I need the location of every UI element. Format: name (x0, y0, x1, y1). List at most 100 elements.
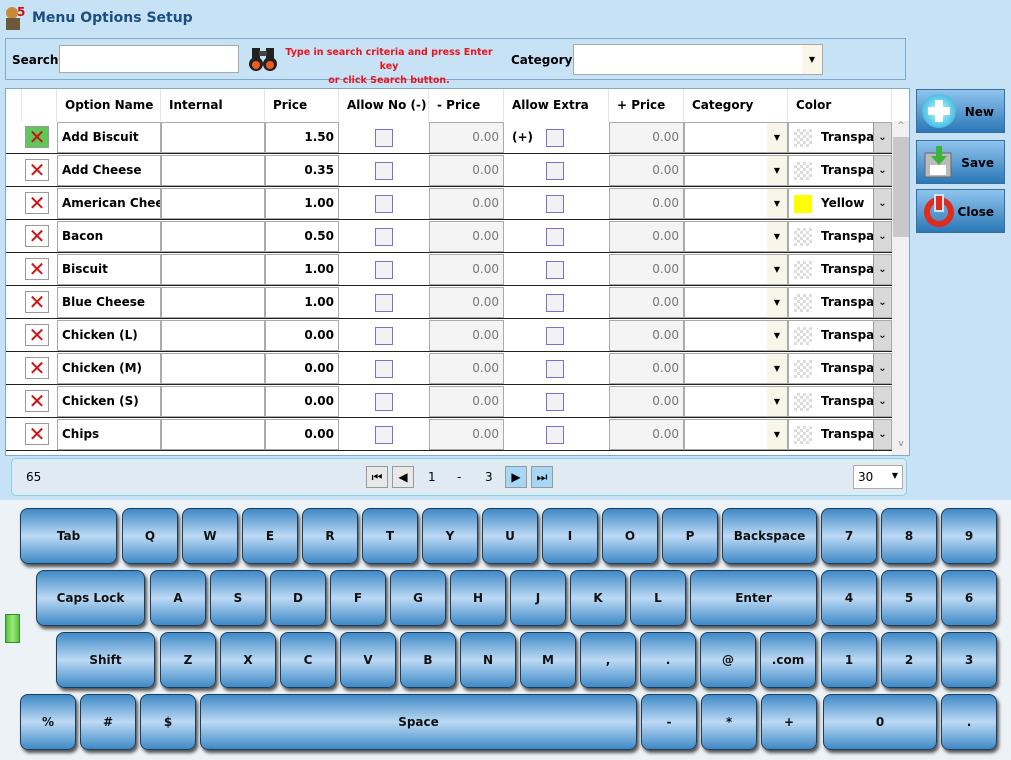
key-c[interactable]: C (280, 632, 336, 688)
last-page-button[interactable]: ⏭ (531, 466, 553, 488)
category-dropdown[interactable]: ▼ (684, 155, 788, 186)
allow-no-checkbox[interactable] (375, 228, 393, 246)
key-t[interactable]: T (362, 508, 418, 564)
key-q[interactable]: Q (122, 508, 178, 564)
key-symbol[interactable]: + (761, 694, 817, 750)
key-0[interactable]: 0 (823, 694, 937, 750)
plus-price-cell[interactable]: 0.00 (609, 254, 684, 285)
internal-name-cell[interactable] (161, 386, 265, 417)
allow-extra-checkbox[interactable] (546, 426, 564, 444)
category-filter-dropdown[interactable]: ▼ (573, 44, 823, 75)
column-header[interactable]: Allow Extra (+) (504, 89, 609, 144)
allow-no-checkbox[interactable] (375, 426, 393, 444)
price-cell[interactable]: 1.50 (265, 122, 339, 153)
key-l[interactable]: L (630, 570, 686, 626)
key-caps-lock[interactable]: Caps Lock (36, 570, 145, 626)
allow-extra-checkbox[interactable] (546, 228, 564, 246)
option-name-cell[interactable]: Chips (57, 419, 161, 450)
search-input[interactable] (59, 45, 239, 73)
key-3[interactable]: 3 (941, 632, 997, 688)
price-cell[interactable]: 1.00 (265, 254, 339, 285)
minus-price-cell[interactable]: 0.00 (429, 419, 504, 450)
delete-row-button[interactable]: ✕ (25, 225, 49, 247)
page-size-dropdown[interactable]: 30 ▼ (853, 465, 903, 489)
key-j[interactable]: J (510, 570, 566, 626)
plus-price-cell[interactable]: 0.00 (609, 287, 684, 318)
allow-extra-checkbox[interactable] (546, 360, 564, 378)
key-symbol[interactable]: , (580, 632, 636, 688)
minus-price-cell[interactable]: 0.00 (429, 122, 504, 153)
option-name-cell[interactable]: Add Cheese (57, 155, 161, 186)
plus-price-cell[interactable]: 0.00 (609, 353, 684, 384)
delete-row-button[interactable]: ✕ (25, 423, 49, 445)
allow-no-checkbox[interactable] (375, 393, 393, 411)
delete-row-button[interactable]: ✕ (25, 291, 49, 313)
minus-price-cell[interactable]: 0.00 (429, 155, 504, 186)
scroll-down-icon[interactable]: v (892, 439, 909, 454)
key-symbol[interactable]: # (80, 694, 136, 750)
color-dropdown[interactable]: Transparent⌄ (788, 386, 892, 417)
category-dropdown[interactable]: ▼ (684, 320, 788, 351)
option-name-cell[interactable]: Chicken (M) (57, 353, 161, 384)
column-header[interactable]: Category (684, 89, 788, 121)
internal-name-cell[interactable] (161, 155, 265, 186)
key-5[interactable]: 5 (881, 570, 937, 626)
color-dropdown[interactable]: Transparent⌄ (788, 419, 892, 450)
key-shift[interactable]: Shift (56, 632, 155, 688)
key-x[interactable]: X (220, 632, 276, 688)
internal-name-cell[interactable] (161, 353, 265, 384)
allow-no-checkbox[interactable] (375, 360, 393, 378)
key-s[interactable]: S (210, 570, 266, 626)
option-name-cell[interactable]: Blue Cheese (57, 287, 161, 318)
plus-price-cell[interactable]: 0.00 (609, 419, 684, 450)
category-dropdown[interactable]: ▼ (684, 188, 788, 219)
key-y[interactable]: Y (422, 508, 478, 564)
key-2[interactable]: 2 (881, 632, 937, 688)
price-cell[interactable]: 1.00 (265, 188, 339, 219)
delete-row-button[interactable]: ✕ (25, 324, 49, 346)
column-header[interactable]: + Price (609, 89, 684, 121)
minus-price-cell[interactable]: 0.00 (429, 320, 504, 351)
color-dropdown[interactable]: Transparent⌄ (788, 155, 892, 186)
price-cell[interactable]: 0.00 (265, 353, 339, 384)
internal-name-cell[interactable] (161, 221, 265, 252)
key-symbol[interactable]: . (941, 694, 997, 750)
key-tab[interactable]: Tab (20, 508, 117, 564)
key-enter[interactable]: Enter (690, 570, 817, 626)
minus-price-cell[interactable]: 0.00 (429, 221, 504, 252)
minus-price-cell[interactable]: 0.00 (429, 287, 504, 318)
key-v[interactable]: V (340, 632, 396, 688)
option-name-cell[interactable]: Chicken (L) (57, 320, 161, 351)
internal-name-cell[interactable] (161, 287, 265, 318)
key-symbol[interactable]: $ (140, 694, 196, 750)
column-header[interactable]: - Price (429, 89, 504, 121)
category-dropdown[interactable]: ▼ (684, 419, 788, 450)
plus-price-cell[interactable]: 0.00 (609, 221, 684, 252)
allow-extra-checkbox[interactable] (546, 294, 564, 312)
key-symbol[interactable]: @ (700, 632, 756, 688)
delete-row-button[interactable]: ✕ (25, 258, 49, 280)
option-name-cell[interactable]: Bacon (57, 221, 161, 252)
key-6[interactable]: 6 (941, 570, 997, 626)
column-header[interactable]: Color (788, 89, 892, 121)
color-dropdown[interactable]: Transparent⌄ (788, 353, 892, 384)
minus-price-cell[interactable]: 0.00 (429, 386, 504, 417)
color-dropdown[interactable]: Transparent⌄ (788, 254, 892, 285)
minus-price-cell[interactable]: 0.00 (429, 353, 504, 384)
key-com[interactable]: .com (760, 632, 816, 688)
plus-price-cell[interactable]: 0.00 (609, 386, 684, 417)
allow-no-checkbox[interactable] (375, 162, 393, 180)
option-name-cell[interactable]: American Cheese (57, 188, 161, 219)
price-cell[interactable]: 1.00 (265, 287, 339, 318)
price-cell[interactable]: 0.35 (265, 155, 339, 186)
color-dropdown[interactable]: Yellow ⌄ (788, 188, 892, 219)
allow-extra-checkbox[interactable] (546, 195, 564, 213)
option-name-cell[interactable]: Biscuit (57, 254, 161, 285)
key-n[interactable]: N (460, 632, 516, 688)
key-symbol[interactable]: * (701, 694, 757, 750)
price-cell[interactable]: 0.00 (265, 320, 339, 351)
column-header[interactable]: Allow No (-) (339, 89, 429, 121)
key-w[interactable]: W (182, 508, 238, 564)
option-name-cell[interactable]: Chicken (S) (57, 386, 161, 417)
scroll-up-icon[interactable]: ^ (892, 121, 909, 136)
